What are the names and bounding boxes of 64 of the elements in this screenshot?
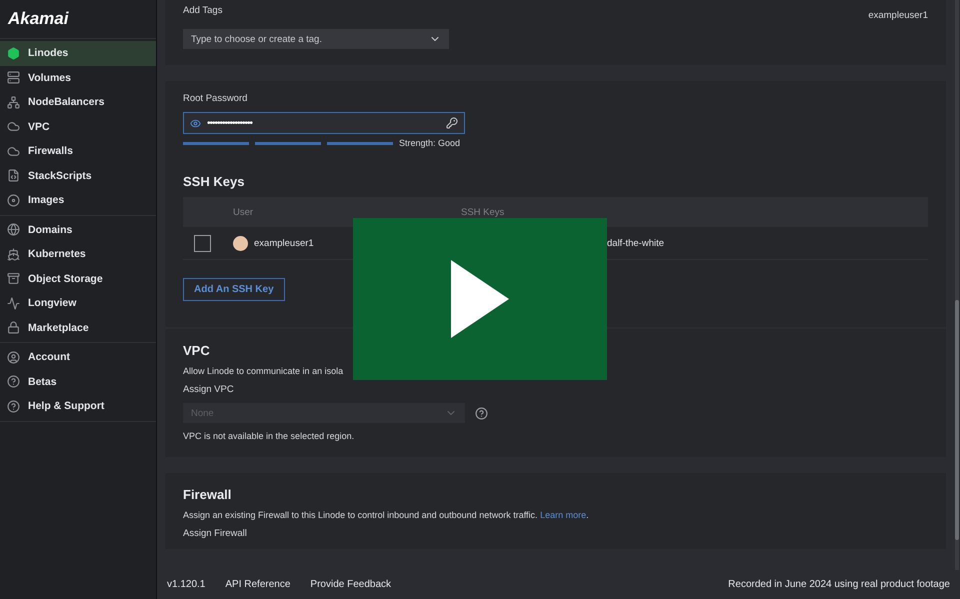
section-title: SSH Keys — [183, 174, 246, 189]
field-label: Assign VPC — [183, 384, 235, 395]
note-text: VPC is not available in the selected region. — [183, 431, 356, 441]
globe-icon — [7, 223, 20, 236]
footer-link[interactable]: Provide Feedback — [310, 579, 392, 590]
sidebar-item[interactable]: VPC — [0, 114, 156, 139]
hexagon-icon — [7, 46, 20, 60]
sidebar-item[interactable]: Longview — [0, 291, 156, 316]
pulse-icon — [7, 296, 20, 310]
network-icon — [7, 96, 20, 109]
learn-more-link[interactable]: Learn more — [540, 510, 586, 520]
add-ssh-key-button[interactable]: Add An SSH Key — [183, 278, 285, 301]
avatar — [233, 236, 248, 250]
recording-note: Recorded in June 2024 using real product footage — [728, 579, 950, 590]
column-header: SSH Keys — [460, 206, 506, 218]
field-label: Add Tags — [183, 5, 222, 16]
sidebar-item[interactable]: NodeBalancers — [0, 90, 156, 114]
cloud-icon — [7, 120, 20, 134]
bucket-icon — [7, 272, 20, 286]
sidebar-item[interactable]: Firewalls — [0, 139, 156, 164]
play-button[interactable] — [353, 218, 607, 380]
help-icon[interactable] — [475, 406, 488, 420]
akamai-logo[interactable]: Akamai — [0, 0, 156, 39]
footer-link[interactable]: API Reference — [225, 579, 290, 590]
server-icon — [7, 71, 20, 84]
password-field[interactable]: •••••••••••••••••• — [183, 112, 465, 134]
description-text: Assign an existing Firewall to this Linode to control inbound and outbound network traffic. Learn more. — [183, 510, 590, 520]
strength-bar — [255, 142, 321, 144]
table-cell-text: dalf-the-white — [606, 238, 666, 248]
sidebar-item[interactable]: Domains — [0, 218, 156, 242]
play-icon — [451, 260, 509, 338]
table-cell: exampleuser1 — [254, 238, 314, 248]
sidebar-item[interactable]: Linodes — [0, 41, 156, 66]
eye-icon — [190, 118, 201, 128]
username-label: exampleuser1 — [868, 10, 928, 21]
field-label: Root Password — [183, 93, 248, 104]
sidebar-item[interactable]: Object Storage — [0, 266, 156, 291]
disc-icon — [7, 194, 20, 207]
section-title: Firewall — [183, 487, 232, 502]
checkbox[interactable] — [194, 234, 211, 252]
tags-select[interactable]: Type to choose or create a tag. — [183, 29, 449, 49]
sidebar-item[interactable]: Help & Support — [0, 394, 156, 418]
strength-bar — [327, 142, 393, 144]
user-icon — [7, 350, 20, 364]
sidebar-item[interactable]: Volumes — [0, 66, 156, 90]
sidebar-item[interactable]: Account — [0, 345, 156, 370]
help-icon — [7, 400, 20, 413]
sidebar-item[interactable]: StackScripts — [0, 164, 156, 188]
section-title: VPC — [183, 343, 211, 358]
sidebar-item[interactable]: Betas — [0, 370, 156, 394]
version-text: v1.120.1 — [167, 579, 206, 590]
lock-icon — [7, 321, 20, 334]
field-label: Assign Firewall — [183, 528, 248, 539]
column-header: User — [232, 206, 254, 218]
cloud-icon — [7, 144, 20, 158]
description-text: Allow Linode to communicate in an isola — [183, 366, 344, 376]
sidebar-item[interactable]: Kubernetes — [0, 242, 156, 266]
sidebar-item[interactable]: Images — [0, 188, 156, 212]
script-icon — [7, 169, 20, 182]
strength-label: Strength: Good — [399, 138, 460, 148]
strength-bar — [183, 142, 249, 144]
scrollbar[interactable] — [955, 0, 959, 570]
sidebar-item[interactable]: Marketplace — [0, 316, 156, 340]
key-icon[interactable] — [446, 117, 458, 129]
